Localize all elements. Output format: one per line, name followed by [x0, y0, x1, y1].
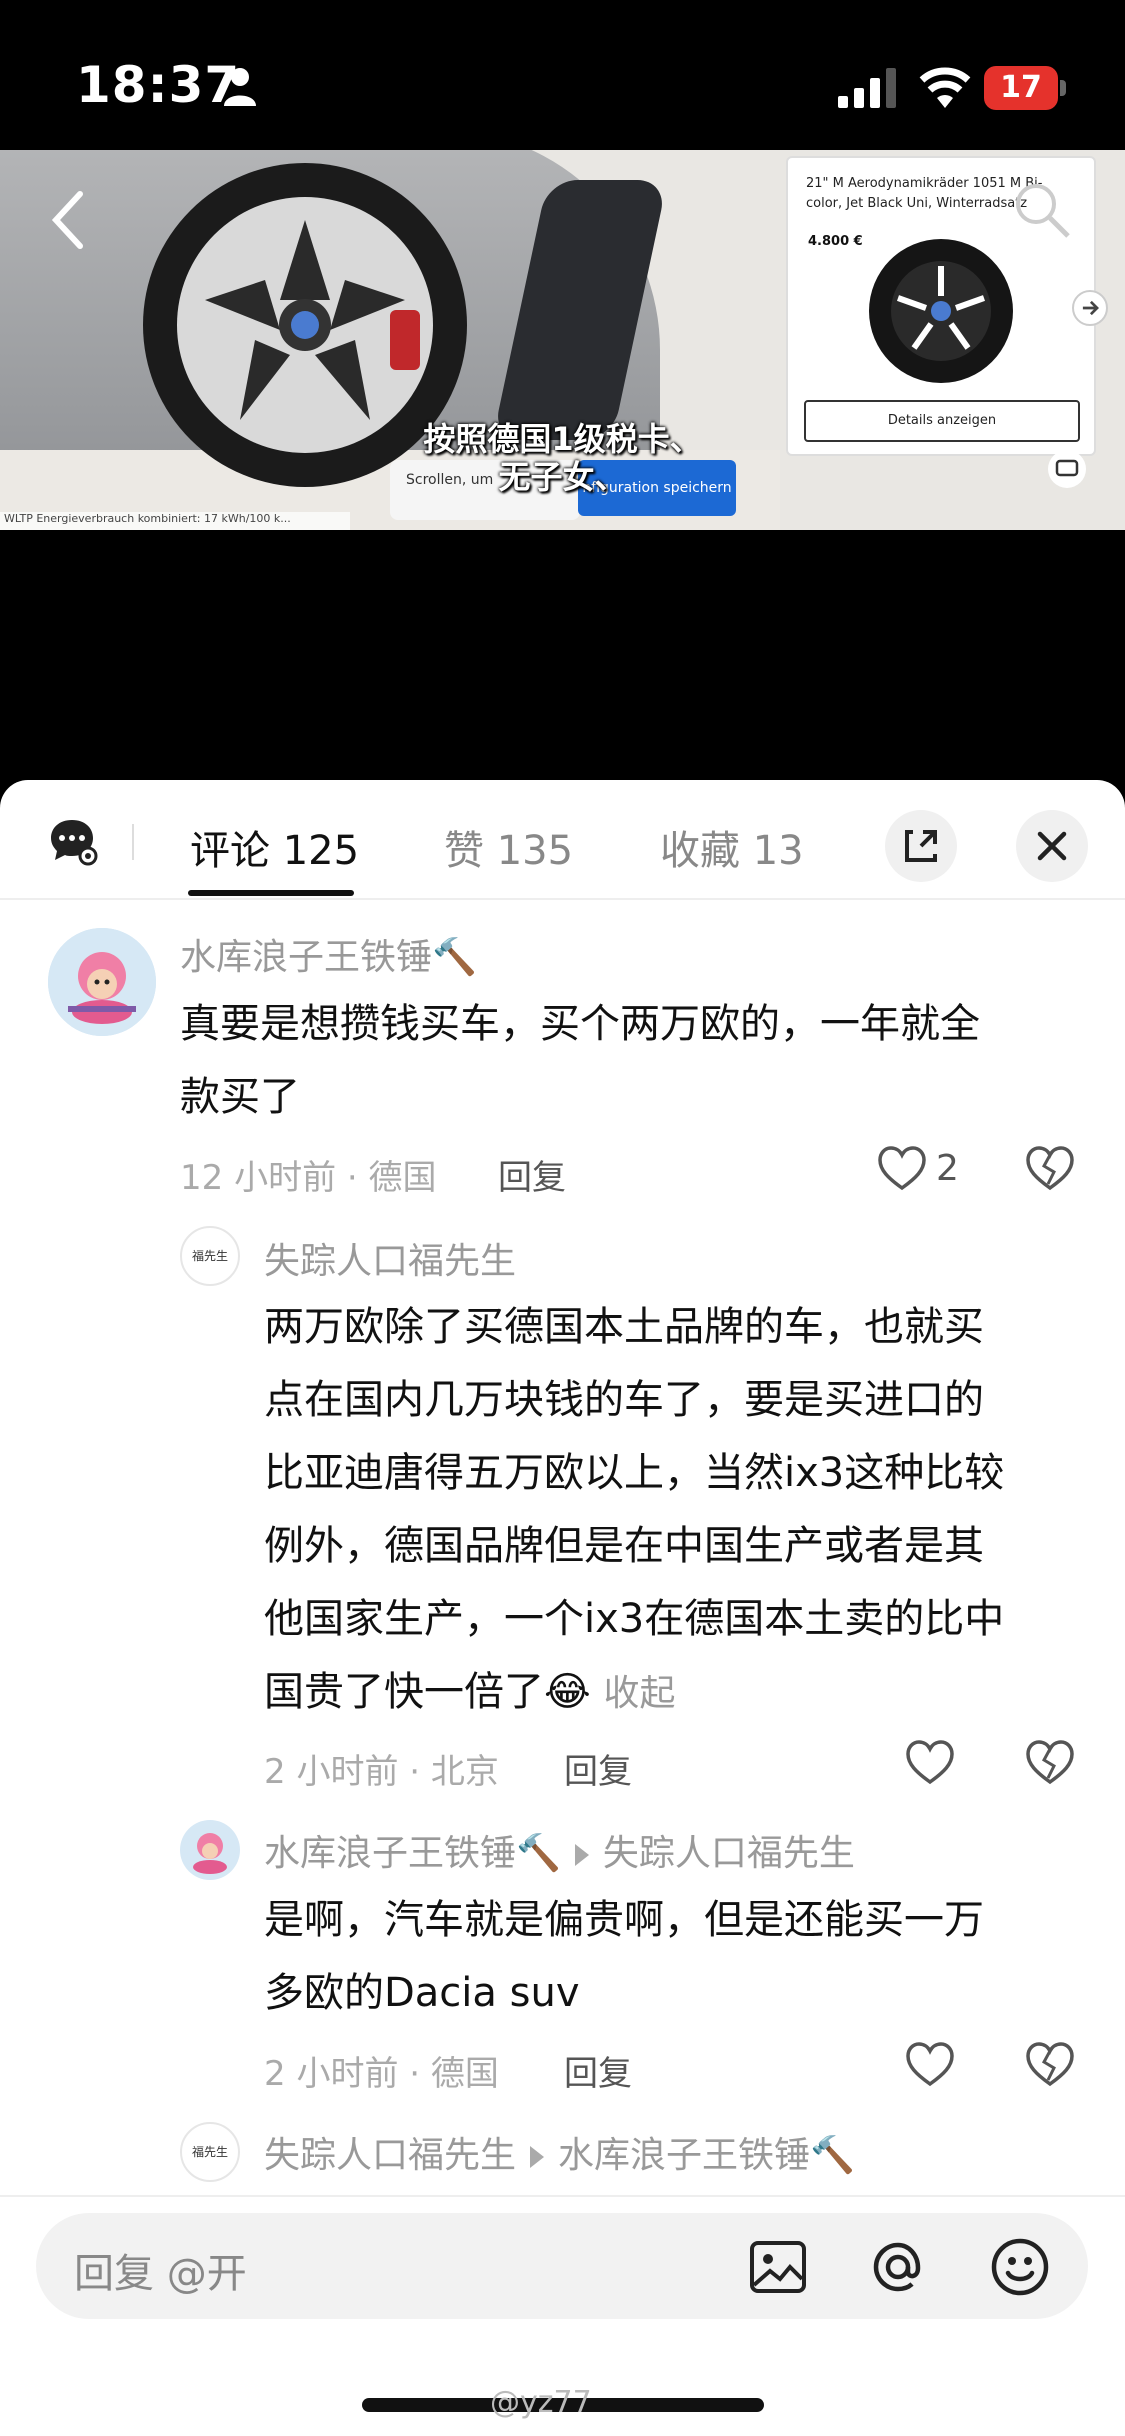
comment-text-line-4: 例外，德国品牌但是在中国生产或者是其 — [264, 1523, 984, 1569]
collapse-button[interactable]: 收起 — [603, 1673, 675, 1714]
dislike-icon[interactable] — [1024, 1738, 1076, 1786]
comment-meta: 2 小时前 · 德国 — [264, 2054, 499, 2094]
reply-button[interactable]: 回复 — [498, 1150, 566, 1199]
comment-text-line-3: 比亚迪唐得五万欧以上，当然ix3这种比较 — [264, 1450, 1005, 1496]
comment-text-line-2: 多欧的Dacia suv — [264, 1970, 580, 2016]
like-icon[interactable] — [904, 2040, 956, 2088]
comment-text-last: 国贵了快一倍了😂 — [264, 1669, 591, 1715]
comment-author-line: 水库浪子王铁锤🔨 失踪人口福先生 — [264, 1824, 855, 1876]
dislike-icon[interactable] — [1024, 1144, 1076, 1192]
comment-text-line-2: 点在国内几万块钱的车了，要是买进口的 — [264, 1377, 984, 1423]
close-icon — [1037, 831, 1067, 861]
cellular-signal-icon — [838, 68, 896, 108]
reply-input[interactable]: 回复 @开 — [36, 2213, 1088, 2319]
back-chevron-icon[interactable] — [48, 190, 88, 250]
panel-price: 4.800 € — [808, 234, 863, 249]
avatar-image — [180, 1820, 240, 1880]
wifi-icon — [919, 67, 971, 108]
person-icon — [224, 68, 256, 106]
avatar[interactable] — [180, 1820, 240, 1880]
reply-placeholder: 回复 @开 — [74, 2251, 247, 2297]
comment-text-line-1: 真要是想攒钱买车，买个两万欧的，一年就全 — [180, 1001, 980, 1047]
comment-text-line-5: 他国家生产，一个ix3在德国本土卖的比中 — [264, 1596, 1005, 1642]
status-time: 18:37 — [76, 56, 241, 114]
like-icon[interactable] — [904, 1738, 956, 1786]
reply-to-author[interactable]: 失踪人口福先生 — [603, 1833, 855, 1874]
comment-author[interactable]: 水库浪子王铁锤🔨 — [264, 1833, 561, 1874]
tab-likes[interactable]: 赞 135 — [444, 818, 573, 876]
tab-comments[interactable]: 评论 125 — [190, 818, 359, 876]
video-player[interactable]: 21" M Aerodynamikräder 1051 M Bi-color, … — [0, 150, 1125, 530]
wltp-text: WLTP Energieverbrauch kombiniert: 17 kWh… — [0, 512, 350, 530]
comment-text-line-6: 国贵了快一倍了😂 收起 — [264, 1656, 675, 1730]
comment-author-line: 失踪人口福先生 水库浪子王铁锤🔨 — [264, 2126, 855, 2178]
comment-meta: 12 小时前 · 德国 — [180, 1158, 437, 1198]
watermark: @yz77 — [490, 2385, 592, 2420]
reply-arrow-icon — [530, 2146, 545, 2168]
battery-icon: 17 — [984, 66, 1066, 110]
battery-level: 17 — [984, 66, 1058, 110]
comment-text-line-1: 两万欧除了买德国本土品牌的车，也就买 — [264, 1304, 984, 1350]
comment-author[interactable]: 水库浪子王铁锤🔨 — [180, 928, 477, 980]
active-tab-indicator — [188, 890, 354, 896]
reply-arrow-icon — [574, 1844, 589, 1866]
wheel-thumbnail — [869, 239, 1013, 383]
expand-icon — [905, 830, 937, 862]
comments-sheet: 评论 125 赞 135 收藏 13 水库浪子王铁锤🔨 真要是想攒钱买车，买个两… — [0, 780, 1125, 2436]
dislike-icon[interactable] — [1024, 2040, 1076, 2088]
tab-bar: 评论 125 赞 135 收藏 13 — [0, 780, 1125, 900]
config-panel: 21" M Aerodynamikräder 1051 M Bi-color, … — [786, 156, 1096, 456]
comment-text-line-1: 是啊，汽车就是偏贵啊，但是还能买一万 — [264, 1897, 984, 1943]
avatar[interactable]: 福先生 — [180, 1226, 240, 1286]
reply-button[interactable]: 回复 — [564, 2046, 632, 2095]
zoom-icon[interactable] — [1010, 178, 1074, 242]
comment-meta: 2 小时前 · 北京 — [264, 1752, 499, 1792]
reply-to-author[interactable]: 水库浪子王铁锤🔨 — [558, 2135, 855, 2176]
next-arrow-icon[interactable] — [1072, 290, 1108, 326]
like-icon[interactable] — [876, 1144, 928, 1192]
expand-button[interactable] — [885, 810, 957, 882]
avatar-image — [48, 928, 156, 1036]
status-bar: 18:37 17 — [0, 0, 1125, 150]
comment-settings-icon[interactable] — [48, 816, 98, 866]
avatar[interactable] — [48, 928, 156, 1036]
tab-favorites[interactable]: 收藏 13 — [660, 818, 804, 876]
like-count: 2 — [936, 1148, 959, 1189]
close-button[interactable] — [1016, 810, 1088, 882]
subtitle-line-1: 按照德国1级税卡、 — [423, 420, 702, 458]
subtitle-line-2: 无子女、 — [498, 458, 627, 496]
video-subtitle: 按照德国1级税卡、 无子女、 — [0, 420, 1125, 496]
comment-author[interactable]: 失踪人口福先生 — [264, 1232, 516, 1284]
reply-button[interactable]: 回复 — [564, 1744, 632, 1793]
image-icon[interactable] — [746, 2235, 810, 2299]
comment-text-line-2: 款买了 — [180, 1074, 300, 1120]
avatar[interactable]: 福先生 — [180, 2122, 240, 2182]
mention-icon[interactable] — [866, 2235, 930, 2299]
emoji-icon[interactable] — [988, 2235, 1052, 2299]
comment-author[interactable]: 失踪人口福先生 — [264, 2135, 516, 2176]
